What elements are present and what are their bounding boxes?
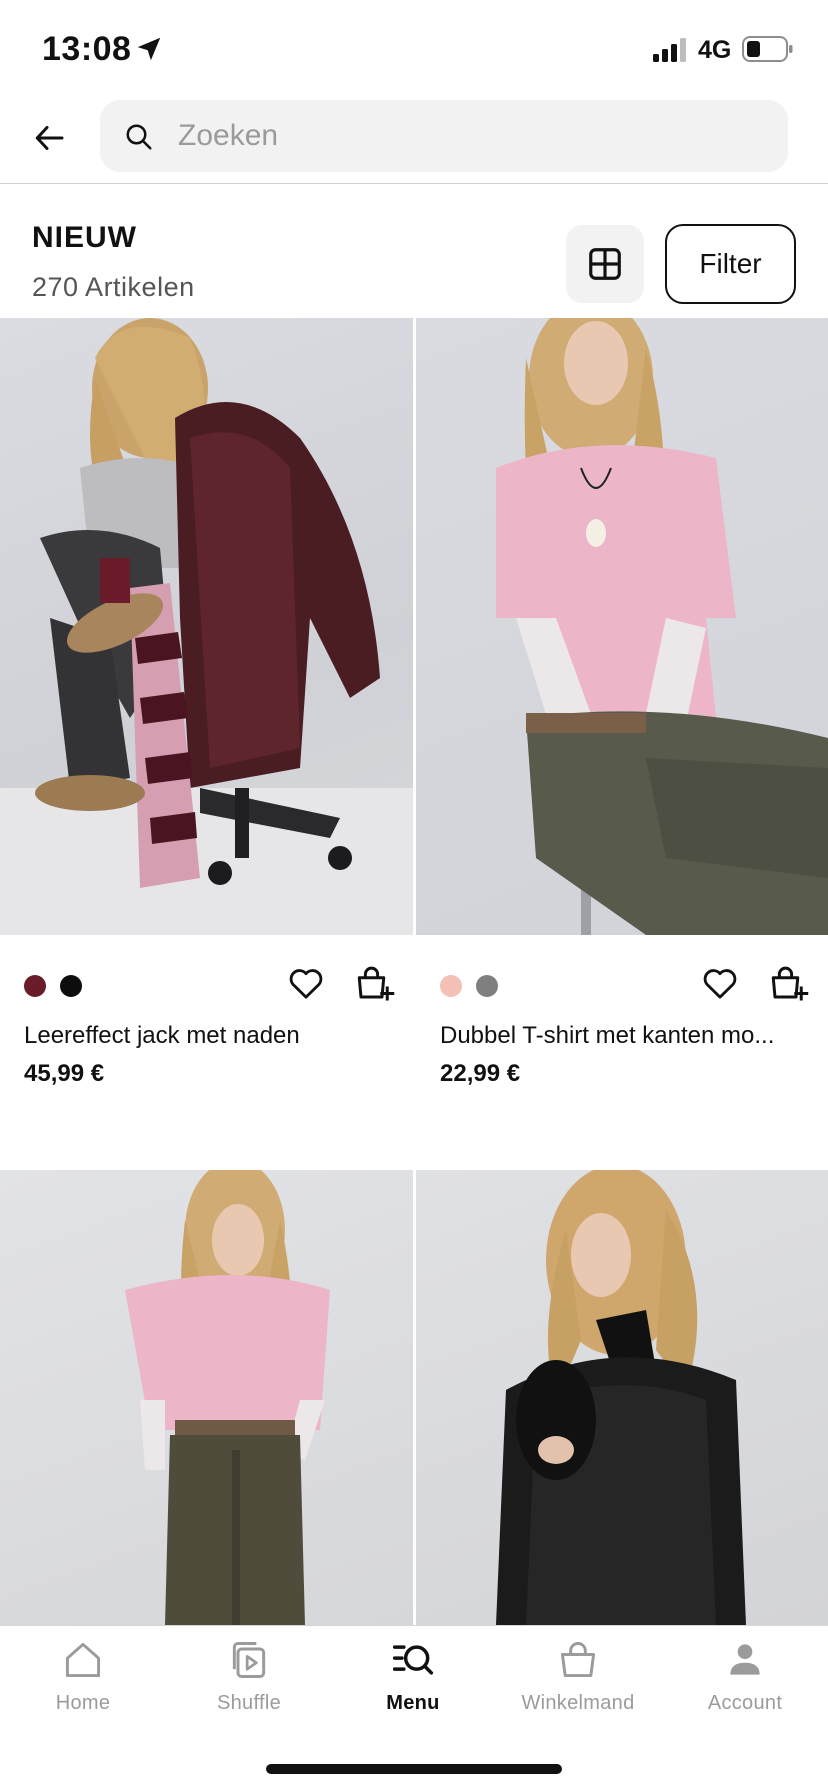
wishlist-button-1[interactable] [283,960,329,1006]
header [0,96,828,184]
search-input[interactable] [176,100,756,172]
color-swatch-black[interactable] [60,975,82,997]
nav-cart-label: Winkelmand [521,1692,635,1714]
shuffle-icon [232,1642,266,1678]
product-image-4[interactable] [416,1170,828,1625]
grid-layout-icon [589,248,621,280]
nav-account-label: Account [707,1692,783,1714]
cart-add-icon [771,966,809,1001]
location-arrow-icon [137,37,161,61]
color-swatch-burgundy[interactable] [24,975,46,997]
nav-menu-label: Menu [386,1692,440,1714]
nav-shuffle[interactable]: Shuffle [179,1626,319,1736]
heart-icon [703,969,737,999]
product-price-1: 45,99 € [24,1060,105,1087]
color-swatch-peach[interactable] [440,975,462,997]
filter-button[interactable]: Filter [665,224,796,304]
account-icon [730,1644,760,1675]
nav-account[interactable]: Account [675,1626,815,1736]
signal-icon [653,38,686,62]
product-image-2[interactable] [416,318,828,935]
page-title: NIEUW [32,221,137,254]
wishlist-button-2[interactable] [697,960,743,1006]
layout-toggle-button[interactable] [566,225,644,303]
model-pink-tshirt-photo [496,318,828,935]
color-swatch-grey[interactable] [476,975,498,997]
status-time: 13:08 [42,30,132,68]
back-button[interactable] [22,110,78,166]
nav-cart[interactable]: Winkelmand [508,1626,648,1736]
shopping-bag-icon [560,1642,596,1678]
item-count: 270 Artikelen [32,272,195,302]
arrow-left-icon [35,126,64,150]
battery-icon [742,36,793,62]
search-box[interactable] [100,100,788,172]
status-bar: 13:08 4G [0,0,828,96]
product-name-2[interactable]: Dubbel T-shirt met kanten mo... [440,1022,810,1050]
nav-home[interactable]: Home [13,1626,153,1736]
home-indicator [266,1764,562,1774]
heart-icon [289,969,323,999]
product-price-2: 22,99 € [440,1060,521,1087]
nav-menu[interactable]: Menu [343,1626,483,1736]
add-to-cart-button-2[interactable] [766,960,812,1006]
menu-search-icon [392,1645,434,1675]
cart-add-icon [357,966,395,1001]
nav-home-label: Home [55,1692,111,1714]
model-black-jacket-photo [496,1170,746,1625]
model-pink-tshirt-front-photo [125,1170,330,1625]
model-leather-jacket-photo [0,318,413,935]
search-icon [126,124,152,150]
add-to-cart-button-1[interactable] [352,960,398,1006]
product-image-3[interactable] [0,1170,413,1625]
product-image-1[interactable] [0,318,413,935]
network-type: 4G [698,36,732,64]
product-name-1[interactable]: Leereffect jack met naden [24,1022,394,1050]
nav-shuffle-label: Shuffle [216,1692,281,1714]
home-icon [65,1642,101,1678]
